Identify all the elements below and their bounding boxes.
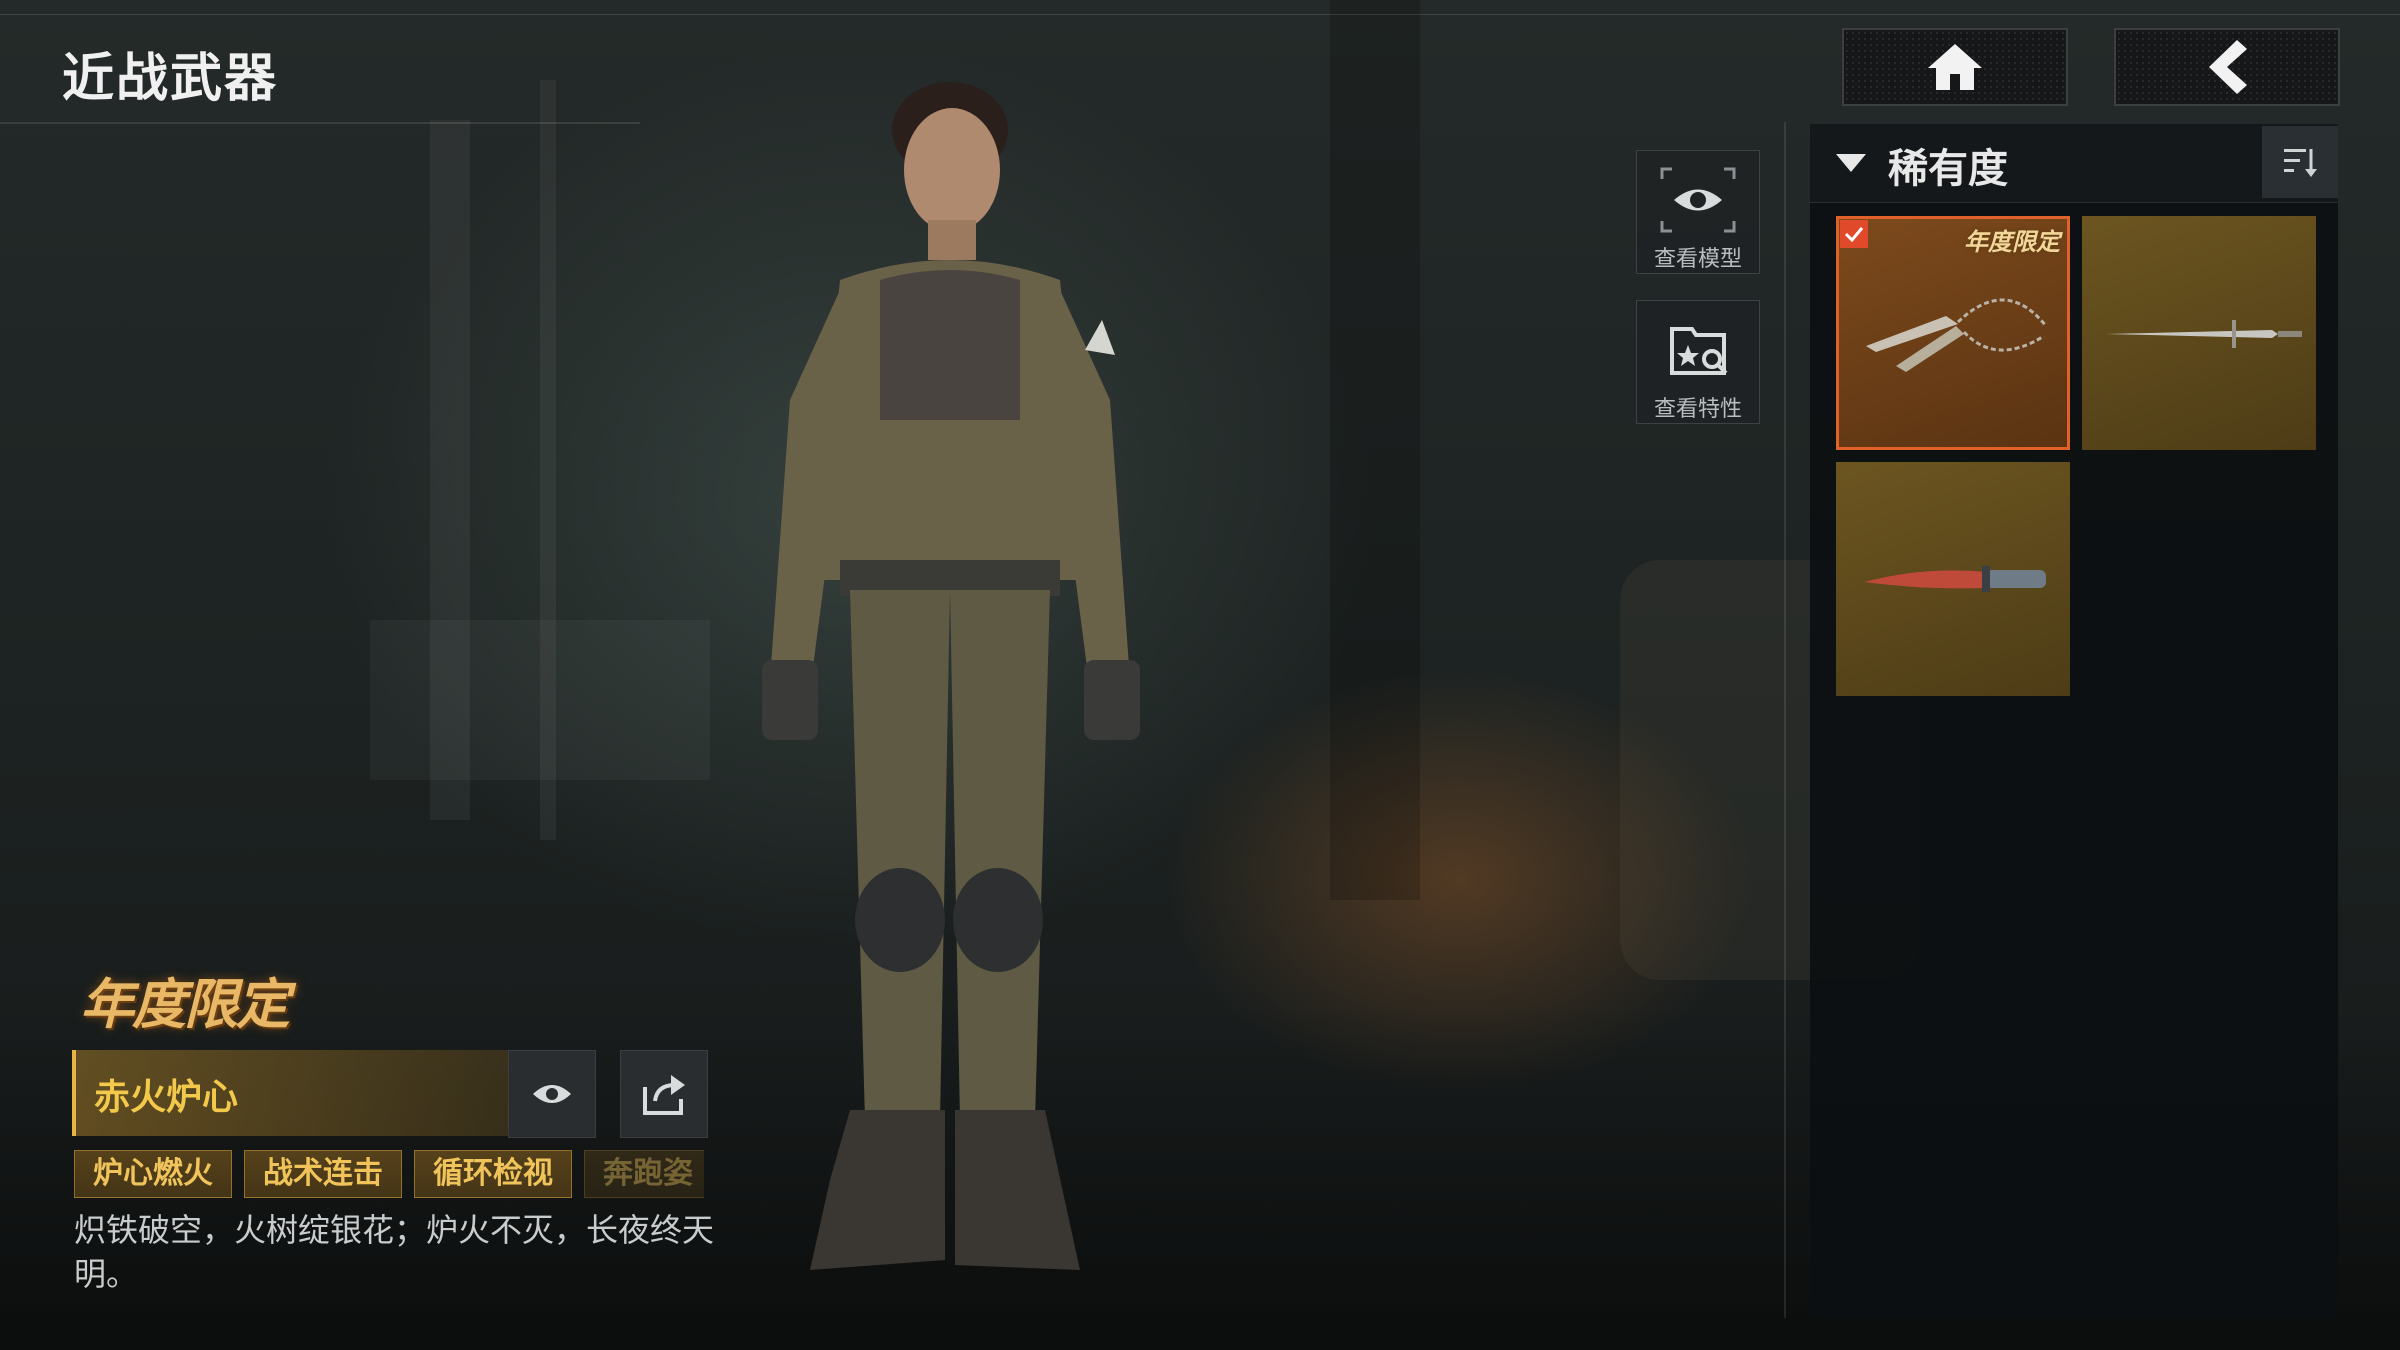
top-divider xyxy=(0,14,2400,15)
thin-sword-icon xyxy=(2106,320,2302,348)
character-model[interactable] xyxy=(690,60,1210,1310)
back-button[interactable] xyxy=(2114,28,2340,106)
sort-icon xyxy=(2284,149,2317,177)
trait-tag[interactable]: 炉心燃火 xyxy=(74,1150,232,1198)
eye-icon xyxy=(533,1085,571,1103)
home-button[interactable] xyxy=(1842,28,2068,106)
rarity-filter[interactable]: 稀有度 xyxy=(1810,124,2338,203)
item-description: 炽铁破空，火树绽银花；炉火不灭，长夜终天明。 xyxy=(74,1211,715,1293)
view-traits-button[interactable]: 查看特性 xyxy=(1636,300,1760,424)
trait-tags: 炉心燃火 战术连击 循环检视 奔跑姿 xyxy=(74,1150,704,1200)
rarity-label: 稀有度 xyxy=(1888,146,2008,192)
combat-knife-icon xyxy=(1864,566,2046,592)
eye-icon xyxy=(1660,167,1736,233)
chevron-down-icon xyxy=(1836,154,1866,172)
title-divider xyxy=(0,122,640,124)
preview-button[interactable] xyxy=(508,1050,596,1138)
item-tile-sword[interactable] xyxy=(2082,216,2316,450)
item-name-bar: 赤火炉心 xyxy=(72,1050,508,1136)
view-traits-label: 查看特性 xyxy=(1653,397,1742,422)
trait-tag[interactable]: 循环检视 xyxy=(414,1150,572,1198)
chain-kunai-icon xyxy=(1866,298,2048,372)
sort-button[interactable] xyxy=(2262,126,2338,198)
view-model-label: 查看模型 xyxy=(1653,247,1742,272)
panel-divider xyxy=(1784,122,1786,1318)
item-tile-knife[interactable] xyxy=(1836,462,2070,696)
item-tile-selected[interactable]: 年度限定 xyxy=(1836,216,2070,450)
share-button[interactable] xyxy=(620,1050,708,1138)
back-chevron-icon xyxy=(2209,40,2247,94)
trait-tag[interactable]: 奔跑姿 xyxy=(584,1150,704,1198)
trait-tag[interactable]: 战术连击 xyxy=(244,1150,402,1198)
view-model-button[interactable]: 查看模型 xyxy=(1636,150,1760,274)
trait-search-icon xyxy=(1670,327,1728,375)
share-icon xyxy=(643,1075,685,1115)
page-title: 近战武器 xyxy=(62,49,279,109)
home-icon xyxy=(1928,44,1982,90)
annual-limited-logo: 年度限定 xyxy=(80,972,290,1036)
item-name: 赤火炉心 xyxy=(94,1077,239,1118)
